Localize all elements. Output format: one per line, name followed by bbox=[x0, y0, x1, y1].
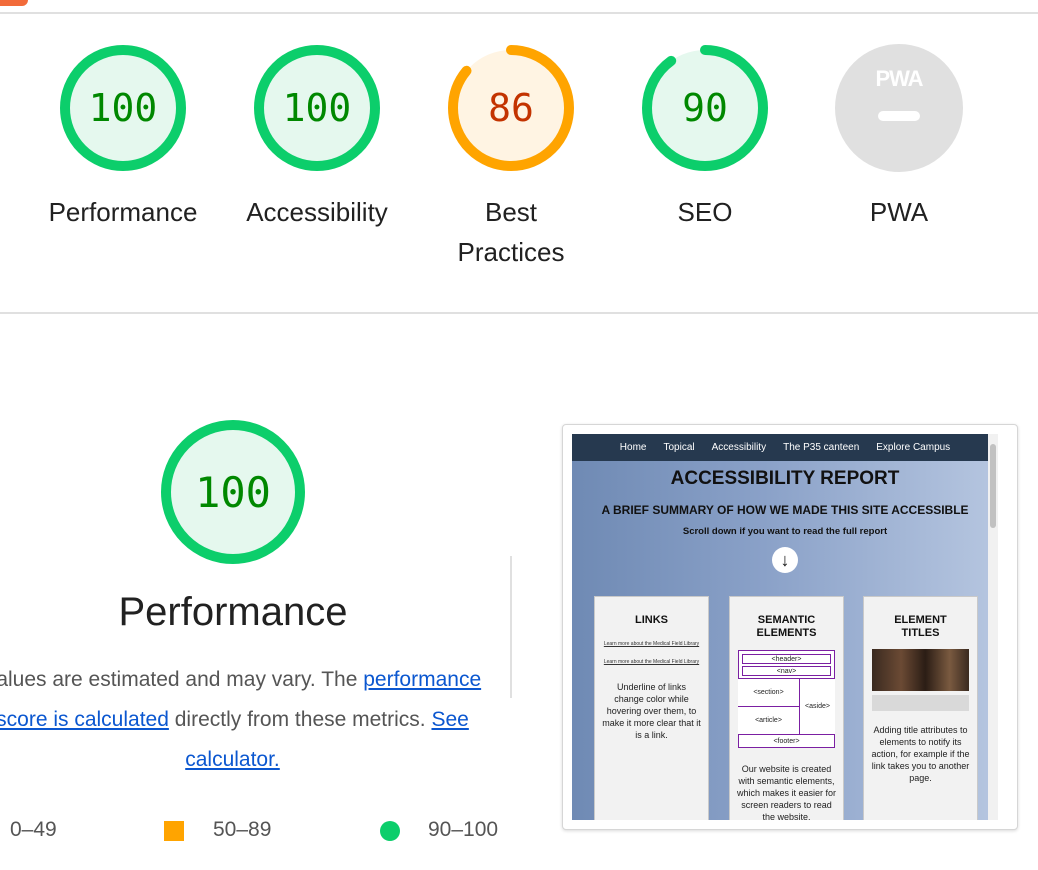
card-links-text: Underline of links change color while ho… bbox=[602, 682, 701, 740]
seo-score: 90 bbox=[682, 86, 728, 130]
tooltip-example-image bbox=[872, 695, 969, 711]
seo-label[interactable]: SEO bbox=[615, 192, 795, 232]
semantic-aside-box: <aside> bbox=[799, 678, 835, 735]
card-element-title-line2: TITLES bbox=[901, 627, 940, 639]
semantic-footer-box: <footer> bbox=[738, 734, 835, 748]
arrow-down-icon: ↓ bbox=[772, 547, 798, 573]
card-links-small-link-2: Learn more about the Medical Field Libra… bbox=[603, 659, 700, 665]
description-text: Values are estimated and may vary. The bbox=[0, 668, 364, 691]
top-divider bbox=[0, 12, 1038, 14]
performance-big-gauge: 100 bbox=[159, 418, 307, 566]
final-screenshot[interactable]: Home Topical Accessibility The P35 cante… bbox=[572, 434, 998, 820]
accessibility-gauge[interactable]: 100 bbox=[253, 44, 381, 172]
average-square-icon bbox=[164, 821, 184, 841]
pwa-dash-icon bbox=[878, 111, 920, 121]
nav-item-accessibility: Accessibility bbox=[711, 442, 767, 453]
performance-description: Values are estimated and may vary. The p… bbox=[0, 660, 505, 780]
card-semantic: SEMANTIC ELEMENTS <header> <nav> <sectio… bbox=[729, 596, 844, 820]
accessibility-label[interactable]: Accessibility bbox=[227, 192, 407, 232]
screenshot-subtitle: A BRIEF SUMMARY OF HOW WE MADE THIS SITE… bbox=[601, 503, 969, 517]
accessibility-score: 100 bbox=[282, 86, 352, 130]
best-practices-gauge[interactable]: 86 bbox=[447, 44, 575, 172]
library-photo bbox=[872, 649, 969, 691]
pass-circle-icon bbox=[380, 821, 400, 841]
card-links-title: LINKS bbox=[635, 614, 668, 626]
card-element-text: Adding title attributes to elements to n… bbox=[871, 725, 970, 783]
nav-item-home: Home bbox=[619, 442, 647, 453]
semantic-article-box: <article> bbox=[738, 706, 800, 735]
semantic-section-box: <section> bbox=[738, 678, 800, 707]
card-semantic-text: Our website is created with semantic ele… bbox=[736, 764, 837, 820]
card-links: LINKS Learn more about the Medical Field… bbox=[594, 596, 709, 820]
performance-label[interactable]: Performance bbox=[33, 192, 213, 232]
card-element-title-line1: ELEMENT bbox=[894, 614, 947, 626]
screenshot-nav: Home Topical Accessibility The P35 cante… bbox=[572, 434, 998, 461]
best-practices-label-line1: Best bbox=[484, 197, 538, 227]
legend-pass-range: 90–100 bbox=[428, 818, 499, 841]
screenshot-scroll-thumb[interactable] bbox=[990, 444, 996, 528]
pwa-gauge[interactable]: PWA bbox=[835, 44, 963, 172]
legend-fail-range: 0–49 bbox=[10, 818, 57, 841]
vertical-divider bbox=[510, 556, 512, 698]
best-practices-score: 86 bbox=[488, 86, 534, 130]
card-element-title: ELEMENT TITLES bbox=[864, 614, 977, 640]
card-semantic-title: SEMANTIC ELEMENTS bbox=[730, 614, 843, 640]
performance-score: 100 bbox=[88, 86, 158, 130]
semantic-nav-box: <nav> bbox=[742, 666, 831, 676]
performance-title: Performance bbox=[118, 590, 348, 634]
section-divider bbox=[0, 312, 1038, 314]
pwa-gauge-arc bbox=[835, 44, 963, 172]
nav-item-canteen: The P35 canteen bbox=[783, 442, 860, 453]
seo-gauge[interactable]: 90 bbox=[641, 44, 769, 172]
best-practices-label-line2: Practices bbox=[457, 237, 565, 267]
legend-average-range: 50–89 bbox=[213, 818, 272, 841]
nav-item-explore-campus: Explore Campus bbox=[876, 442, 951, 453]
performance-gauge[interactable]: 100 bbox=[59, 44, 187, 172]
nav-item-topical: Topical bbox=[663, 442, 695, 453]
best-practices-label[interactable]: Best Practices bbox=[421, 192, 601, 272]
card-element-titles: ELEMENT TITLES Adding title attributes t… bbox=[863, 596, 978, 820]
card-links-small-link-1: Learn more about the Medical Field Libra… bbox=[603, 641, 700, 647]
screenshot-scrollbar[interactable] bbox=[988, 434, 998, 820]
performance-big-score: 100 bbox=[195, 467, 271, 517]
pwa-label[interactable]: PWA bbox=[809, 192, 989, 232]
pwa-badge-icon: PWA bbox=[875, 66, 923, 91]
screenshot-title: ACCESSIBILITY REPORT bbox=[670, 468, 900, 489]
card-semantic-title-line1: SEMANTIC bbox=[757, 614, 816, 626]
semantic-header-box: <header> bbox=[742, 654, 831, 664]
lighthouse-logo-icon bbox=[0, 0, 28, 6]
description-text-after: directly from these metrics. bbox=[168, 708, 432, 731]
card-semantic-title-line2: ELEMENTS bbox=[756, 627, 817, 639]
screenshot-scroll-hint: Scroll down if you want to read the full… bbox=[682, 526, 888, 537]
